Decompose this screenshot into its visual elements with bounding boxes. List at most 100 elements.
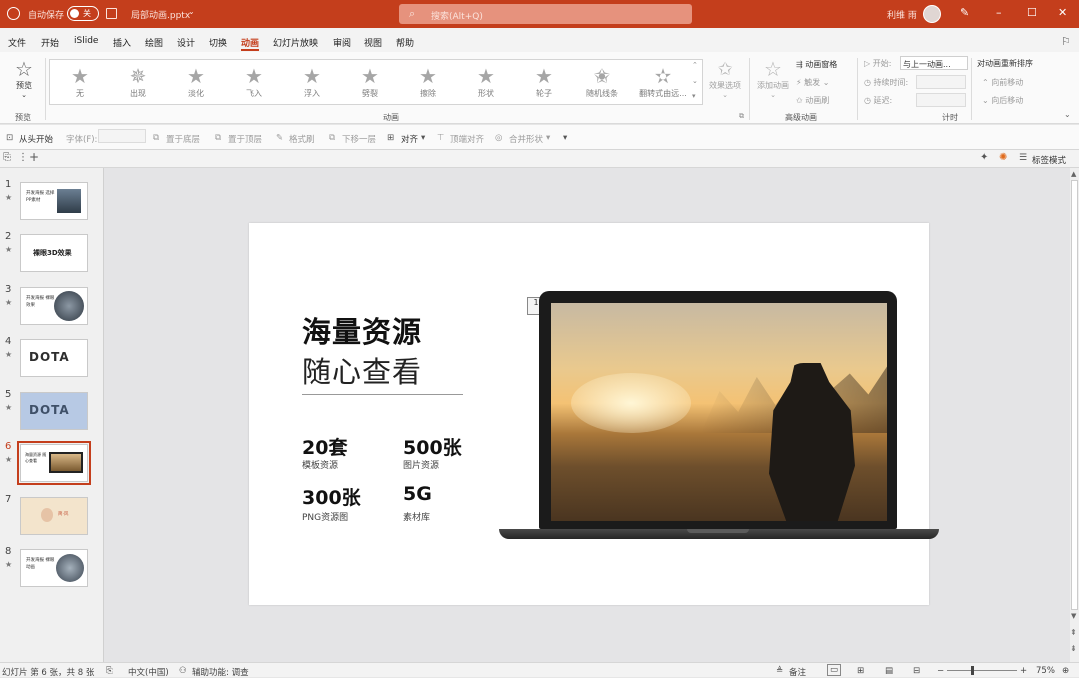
stat-label[interactable]: 模板资源 xyxy=(302,458,338,471)
search-box[interactable]: ⌕ 搜索(Alt+Q) xyxy=(399,4,692,24)
move-later-button[interactable]: ⌄ 向后移动 xyxy=(982,95,1023,106)
slides-pane-icon[interactable]: ⎘ xyxy=(3,152,11,163)
vertical-scrollbar[interactable]: ▲ ▼ ⇞ ⇟ xyxy=(1070,168,1079,662)
accessibility-status[interactable]: 辅助功能: 调查 xyxy=(192,666,249,678)
add-tab-icon[interactable]: + xyxy=(29,150,39,164)
stat-value[interactable]: 5G xyxy=(403,483,432,505)
effect-random-bars[interactable]: ✬ 随机线条 xyxy=(579,66,625,99)
zoom-level[interactable]: 75% xyxy=(1036,666,1055,676)
effect-options-button[interactable]: ✩ 效果选项 ⌄ xyxy=(705,60,745,100)
slide-thumbnail-7[interactable]: 简·风 xyxy=(20,497,88,535)
slide-sorter-icon[interactable]: ⊞ xyxy=(857,666,864,676)
animation-painter-button[interactable]: ✩ 动画刷 xyxy=(796,95,829,106)
tab-home[interactable]: 开始 xyxy=(41,36,59,49)
gear-icon[interactable]: ✦ xyxy=(980,152,988,163)
effect-split[interactable]: ★ 劈裂 xyxy=(347,66,393,99)
tab-mode-icon[interactable]: ☰ xyxy=(1019,153,1027,163)
outline-icon[interactable]: ⋮ xyxy=(18,152,28,163)
effect-none[interactable]: ★ 无 xyxy=(57,66,103,99)
zoom-slider-thumb[interactable] xyxy=(971,666,974,675)
effect-appear[interactable]: ✵ 出现 xyxy=(115,66,161,99)
settings-icon[interactable]: ✺ xyxy=(999,152,1007,163)
gallery-scroll-down[interactable]: ⌄ xyxy=(692,77,698,85)
tab-draw[interactable]: 绘图 xyxy=(145,36,163,49)
slide-thumbnail-5[interactable]: DOTA xyxy=(20,392,88,430)
stat-label[interactable]: 图片资源 xyxy=(403,458,439,471)
trigger-button[interactable]: ⚡ 触发 ⌄ xyxy=(796,77,829,88)
send-to-back-button[interactable]: 置于底层 xyxy=(166,133,200,145)
stat-value[interactable]: 300张 xyxy=(302,483,361,510)
tab-slideshow[interactable]: 幻灯片放映 xyxy=(273,36,318,49)
normal-view-icon[interactable]: ▭ xyxy=(827,664,842,676)
reading-view-icon[interactable]: ▤ xyxy=(885,666,893,676)
stat-label[interactable]: PNG资源图 xyxy=(302,510,348,523)
next-slide-icon[interactable]: ⇟ xyxy=(1070,644,1077,653)
pen-icon[interactable]: ✎ xyxy=(960,6,969,19)
align-button[interactable]: 对齐 xyxy=(401,133,418,145)
tab-view[interactable]: 视图 xyxy=(364,36,382,49)
effect-fly-in[interactable]: ★ 飞入 xyxy=(231,66,277,99)
from-start-icon[interactable]: ⊡ xyxy=(6,133,13,143)
minimize-icon[interactable]: – xyxy=(996,6,1002,19)
move-earlier-button[interactable]: ⌃ 向前移动 xyxy=(982,77,1023,88)
ribbon-collapse-icon[interactable]: ⌄ xyxy=(1064,110,1071,119)
gallery-scroll-up[interactable]: ⌃ xyxy=(692,61,698,69)
slide-subtitle[interactable]: 随心查看 xyxy=(302,349,422,391)
slideshow-icon[interactable]: ⊟ xyxy=(913,666,920,676)
duration-input[interactable] xyxy=(916,75,966,89)
autosave-toggle[interactable]: 关 xyxy=(67,6,99,21)
accessibility-icon[interactable]: ⚇ xyxy=(179,666,187,676)
file-name[interactable]: 局部动画.pptx xyxy=(131,8,190,21)
tab-help[interactable]: 帮助 xyxy=(396,36,414,49)
slide-thumbnail-6[interactable]: 海量资源 随心查看 xyxy=(17,441,91,485)
scroll-up-icon[interactable]: ▲ xyxy=(1071,170,1076,178)
effect-grow-turn[interactable]: ✫ 翻转式由远... xyxy=(636,66,690,99)
effect-shape[interactable]: ★ 形状 xyxy=(463,66,509,99)
font-select[interactable] xyxy=(98,129,146,143)
tab-transitions[interactable]: 切换 xyxy=(209,36,227,49)
bring-to-front-button[interactable]: 置于顶层 xyxy=(228,133,262,145)
tab-mode-label[interactable]: 标签模式 xyxy=(1032,154,1066,166)
start-select[interactable]: 与上一动画... xyxy=(900,56,968,70)
zoom-out-icon[interactable]: − xyxy=(937,666,944,676)
fit-to-window-icon[interactable]: ⊕ xyxy=(1062,666,1069,676)
move-down-button[interactable]: 下移一层 xyxy=(342,133,376,145)
notes-button[interactable]: 备注 xyxy=(789,666,806,678)
from-start-button[interactable]: 从头开始 xyxy=(19,133,53,145)
tab-file[interactable]: 文件 xyxy=(8,36,26,49)
effect-float-in[interactable]: ★ 浮入 xyxy=(289,66,335,99)
stat-label[interactable]: 素材库 xyxy=(403,510,430,523)
stat-value[interactable]: 500张 xyxy=(403,433,462,460)
gallery-more[interactable]: ▾ xyxy=(692,92,696,100)
close-icon[interactable]: ✕ xyxy=(1058,6,1067,19)
slide-thumbnail-4[interactable]: DOTA xyxy=(20,339,88,377)
slide-title[interactable]: 海量资源 xyxy=(302,309,422,351)
top-align-button[interactable]: 顶端对齐 xyxy=(450,133,484,145)
tab-design[interactable]: 设计 xyxy=(177,36,195,49)
spellcheck-icon[interactable]: ⎘ xyxy=(106,666,113,676)
format-painter-button[interactable]: 格式刷 xyxy=(289,133,315,145)
zoom-in-icon[interactable]: + xyxy=(1020,666,1027,676)
coauthor-icon[interactable]: ⚐ xyxy=(1061,35,1071,48)
slide-thumbnail-2[interactable]: 裸眼3D效果 xyxy=(20,234,88,272)
zoom-slider[interactable] xyxy=(947,666,1017,675)
slide-thumbnail-1[interactable]: 开发海报 选择PP素材 xyxy=(20,182,88,220)
avatar[interactable] xyxy=(923,5,941,23)
animation-pane-button[interactable]: ⇶ 动画窗格 xyxy=(796,59,837,70)
notes-icon[interactable]: ≜ xyxy=(776,666,783,676)
animation-group-launcher-icon[interactable]: ⧉ xyxy=(739,112,744,121)
tab-islide[interactable]: iSlide xyxy=(74,36,98,46)
effect-fade[interactable]: ★ 淡化 xyxy=(173,66,219,99)
save-icon[interactable] xyxy=(106,8,117,19)
prev-slide-icon[interactable]: ⇞ xyxy=(1070,628,1077,637)
customize-qat-icon[interactable]: ▾ xyxy=(563,133,567,143)
add-animation-button[interactable]: ☆ 添加动画 ⌄ xyxy=(753,58,793,99)
preview-button[interactable]: ☆ 预览 ⌄ xyxy=(6,58,42,99)
tab-review[interactable]: 审阅 xyxy=(333,36,351,49)
slide-thumbnail-3[interactable]: 开发海报 裸眼效果 xyxy=(20,287,88,325)
tab-animations[interactable]: 动画 xyxy=(241,36,260,51)
filename-chevron-icon[interactable]: ⌄ xyxy=(188,7,195,16)
scroll-thumb[interactable] xyxy=(1071,180,1078,610)
effect-wipe[interactable]: ★ 擦除 xyxy=(405,66,451,99)
maximize-icon[interactable]: ☐ xyxy=(1027,6,1037,19)
